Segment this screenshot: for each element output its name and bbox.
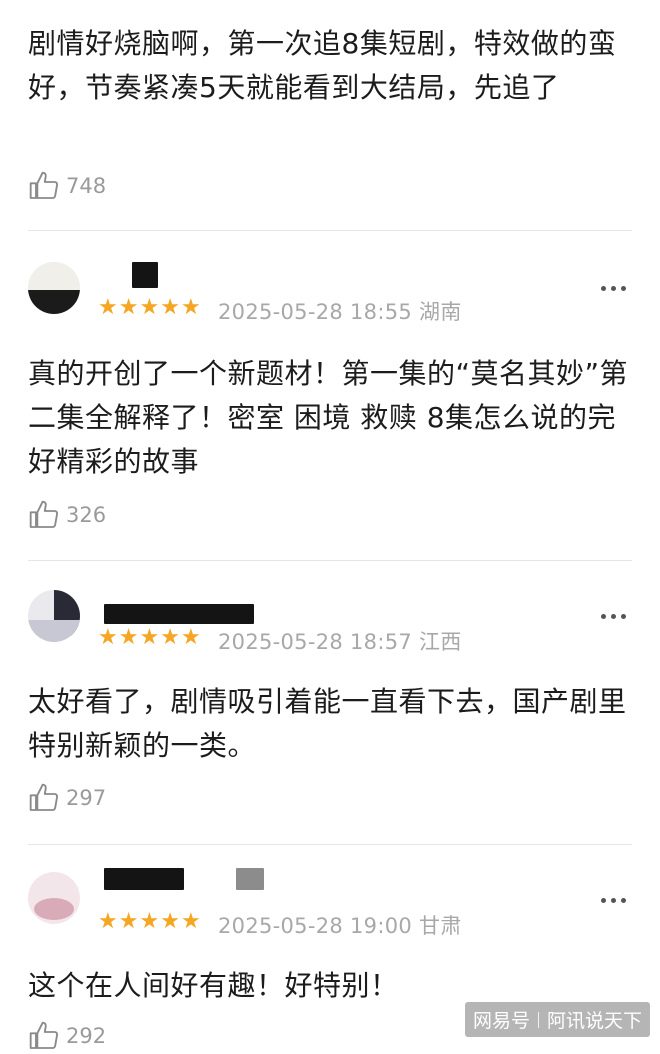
comment-text: 剧情好烧脑啊，第一次追8集短剧，特效做的蛮好，节奏紧凑5天就能看到大结局，先追了 (28, 27, 617, 104)
username-redacted (236, 868, 264, 890)
watermark-separator (537, 1011, 539, 1028)
like-count: 292 (66, 1024, 107, 1048)
watermark-author: 阿讯说天下 (546, 1010, 642, 1032)
like-button[interactable]: 326 (28, 497, 106, 533)
more-dots-icon[interactable] (601, 898, 626, 903)
star-icon: ★ (98, 625, 118, 650)
star-icon: ★ (160, 909, 180, 934)
star-icon: ★ (118, 909, 139, 934)
star-icon: ★ (139, 909, 160, 934)
star-icon: ★ (118, 625, 139, 650)
divider (28, 844, 632, 845)
rating-stars: ★ ★ ★ ★ ★ (98, 910, 201, 934)
thumbs-up-icon (29, 171, 59, 199)
rating-stars: ★ ★ ★ ★ ★ (98, 626, 201, 650)
watermark-source: 网易号 (472, 1010, 530, 1032)
star-icon: ★ (160, 625, 180, 650)
like-count: 297 (66, 786, 107, 810)
rating-stars: ★ ★ ★ ★ ★ (98, 296, 201, 320)
thumbs-up-icon (29, 783, 59, 811)
comment-text: 太好看了，剧情吸引着能一直看下去，国产剧里特别新颖的一类。 (28, 685, 627, 762)
thumbs-up-icon (29, 500, 59, 528)
more-dots-icon[interactable] (601, 286, 626, 291)
watermark: 网易号 阿讯说天下 (464, 1002, 650, 1037)
comment-location: 江西 (419, 630, 462, 654)
star-icon: ★ (98, 909, 118, 934)
avatar[interactable] (28, 262, 80, 314)
comment-meta: 2025-05-28 18:55 湖南 (218, 296, 462, 326)
star-icon: ★ (139, 625, 160, 650)
star-icon: ★ (160, 295, 180, 320)
username-redacted (104, 868, 184, 890)
username-redacted (104, 604, 254, 624)
star-icon: ★ (139, 295, 160, 320)
comment-text: 真的开创了一个新题材！第一集的“莫名其妙”第二集全解释了！密室 困境 救赎 8集… (28, 357, 629, 478)
comment-meta: 2025-05-28 19:00 甘肃 (218, 910, 462, 940)
divider (28, 230, 632, 231)
star-icon: ★ (180, 909, 201, 934)
more-dots-icon[interactable] (601, 614, 626, 619)
like-button[interactable]: 748 (28, 168, 106, 204)
comment-date: 2025-05-28 19:00 (218, 914, 413, 938)
comment-location: 湖南 (419, 300, 462, 324)
comment-date: 2025-05-28 18:57 (218, 630, 413, 654)
star-icon: ★ (98, 295, 118, 320)
divider (28, 560, 632, 561)
like-button[interactable]: 292 (28, 1018, 106, 1054)
star-icon: ★ (180, 295, 201, 320)
comment-meta: 2025-05-28 18:57 江西 (218, 626, 462, 656)
avatar[interactable] (28, 872, 80, 924)
like-count: 748 (66, 174, 107, 198)
comment-location: 甘肃 (419, 914, 462, 938)
avatar[interactable] (28, 590, 80, 642)
star-icon: ★ (118, 295, 139, 320)
like-button[interactable]: 297 (28, 780, 106, 816)
thumbs-up-icon (29, 1021, 59, 1049)
like-count: 326 (66, 503, 107, 527)
star-icon: ★ (180, 625, 201, 650)
comment-date: 2025-05-28 18:55 (218, 300, 413, 324)
username-redacted (132, 262, 158, 288)
